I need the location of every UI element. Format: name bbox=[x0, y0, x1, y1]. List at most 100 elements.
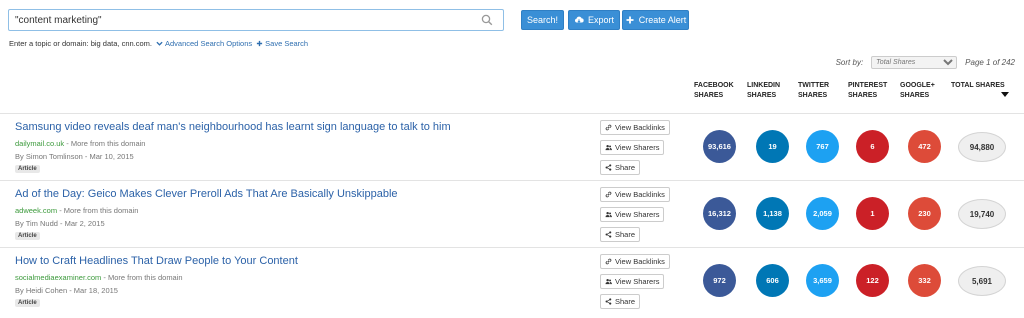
link-icon bbox=[605, 124, 612, 131]
plus-icon bbox=[626, 16, 634, 24]
save-search-link[interactable]: Save Search bbox=[256, 39, 308, 48]
link-icon bbox=[605, 191, 612, 198]
result-domain-line: dailymail.co.uk - More from this domain bbox=[15, 139, 145, 148]
total-shares-count: 5,691 bbox=[958, 266, 1006, 296]
result-domain-line: adweek.com - More from this domain bbox=[15, 206, 138, 215]
share-button[interactable]: Share bbox=[600, 227, 641, 242]
search-button[interactable]: Search! bbox=[521, 10, 564, 30]
share-icon bbox=[605, 298, 612, 305]
more-from-domain-link[interactable]: - More from this domain bbox=[101, 273, 182, 282]
save-search-label: Save Search bbox=[265, 39, 309, 48]
result-title-link[interactable]: How to Craft Headlines That Draw People … bbox=[15, 255, 298, 267]
column-header-linkedin[interactable]: LINKEDIN SHARES bbox=[747, 81, 780, 100]
view-sharers-label: View Sharers bbox=[615, 143, 660, 152]
googleplus-shares-count: 230 bbox=[908, 197, 941, 230]
result-author-date: By Simon Tomlinson - Mar 10, 2015 bbox=[15, 152, 134, 161]
share-button[interactable]: Share bbox=[600, 294, 641, 309]
sort-label: Sort by: bbox=[835, 58, 864, 67]
column-header-total-label: TOTAL SHARES bbox=[951, 82, 1005, 89]
facebook-shares-count: 16,312 bbox=[703, 197, 736, 230]
article-badge: Article bbox=[15, 299, 40, 307]
column-header-total[interactable]: TOTAL SHARES bbox=[951, 81, 1005, 91]
column-header-facebook[interactable]: FACEBOOK SHARES bbox=[694, 81, 734, 100]
export-button-label: Export bbox=[587, 15, 614, 25]
linkedin-shares-count: 606 bbox=[756, 264, 789, 297]
linkedin-shares-count: 19 bbox=[756, 130, 789, 163]
users-icon bbox=[605, 278, 612, 285]
twitter-shares-count: 767 bbox=[806, 130, 839, 163]
page-indicator: Page 1 of 242 bbox=[965, 58, 1015, 67]
sort-controls: Sort by: Total Shares Page 1 of 242 bbox=[836, 56, 1015, 69]
result-domain-link[interactable]: dailymail.co.uk bbox=[15, 139, 64, 148]
share-label: Share bbox=[615, 163, 636, 172]
share-label: Share bbox=[615, 297, 636, 306]
sort-select[interactable]: Total Shares bbox=[871, 56, 958, 69]
cloud-download-icon bbox=[574, 16, 584, 23]
create-alert-button[interactable]: Create Alert bbox=[622, 10, 689, 30]
column-header-googleplus-line2: SHARES bbox=[900, 91, 930, 99]
view-sharers-label: View Sharers bbox=[615, 210, 660, 219]
share-icon bbox=[605, 231, 612, 238]
pinterest-shares-count: 122 bbox=[856, 264, 889, 297]
advanced-search-label: Advanced Search Options bbox=[165, 39, 253, 48]
column-header-facebook-line1: FACEBOOK bbox=[694, 82, 734, 89]
search-icon bbox=[481, 14, 493, 26]
view-backlinks-label: View Backlinks bbox=[615, 257, 665, 266]
googleplus-shares-count: 332 bbox=[908, 264, 941, 297]
result-title-link[interactable]: Ad of the Day: Geico Makes Clever Prerol… bbox=[15, 188, 398, 200]
result-domain-line: socialmediaexaminer.com - More from this… bbox=[15, 273, 183, 282]
view-backlinks-button[interactable]: View Backlinks bbox=[600, 254, 670, 269]
search-box[interactable] bbox=[8, 9, 504, 31]
view-backlinks-label: View Backlinks bbox=[615, 123, 665, 132]
pinterest-shares-count: 6 bbox=[856, 130, 889, 163]
column-header-facebook-line2: SHARES bbox=[694, 91, 724, 99]
search-hint-text: Enter a topic or domain: big data, cnn.c… bbox=[9, 39, 152, 48]
column-header-pinterest[interactable]: PINTEREST SHARES bbox=[848, 81, 887, 100]
sort-desc-icon[interactable] bbox=[1001, 92, 1009, 97]
linkedin-shares-count: 1,138 bbox=[756, 197, 789, 230]
column-header-twitter-line1: TWITTER bbox=[798, 82, 830, 89]
more-from-domain-link[interactable]: - More from this domain bbox=[57, 206, 138, 215]
view-backlinks-button[interactable]: View Backlinks bbox=[600, 120, 670, 135]
column-header-pinterest-line2: SHARES bbox=[848, 91, 878, 99]
export-button[interactable]: Export bbox=[568, 10, 620, 30]
result-domain-link[interactable]: socialmediaexaminer.com bbox=[15, 273, 101, 282]
twitter-shares-count: 2,059 bbox=[806, 197, 839, 230]
result-row: Ad of the Day: Geico Makes Clever Prerol… bbox=[0, 180, 1024, 247]
facebook-shares-count: 972 bbox=[703, 264, 736, 297]
chevron-down-icon bbox=[156, 41, 163, 46]
column-header-linkedin-line2: SHARES bbox=[747, 91, 777, 99]
result-title-link[interactable]: Samsung video reveals deaf man's neighbo… bbox=[15, 121, 451, 133]
result-author-date: By Tim Nudd - Mar 2, 2015 bbox=[15, 219, 105, 228]
view-sharers-label: View Sharers bbox=[615, 277, 660, 286]
facebook-shares-count: 93,616 bbox=[703, 130, 736, 163]
view-backlinks-button[interactable]: View Backlinks bbox=[600, 187, 670, 202]
search-button-label: Search! bbox=[526, 15, 559, 25]
view-sharers-button[interactable]: View Sharers bbox=[600, 274, 665, 289]
column-header-twitter[interactable]: TWITTER SHARES bbox=[798, 81, 829, 100]
article-badge: Article bbox=[15, 232, 40, 240]
article-badge: Article bbox=[15, 165, 40, 173]
users-icon bbox=[605, 211, 612, 218]
result-row: Samsung video reveals deaf man's neighbo… bbox=[0, 113, 1024, 180]
search-hint: Enter a topic or domain: big data, cnn.c… bbox=[9, 39, 308, 48]
googleplus-shares-count: 472 bbox=[908, 130, 941, 163]
share-button[interactable]: Share bbox=[600, 160, 641, 175]
pinterest-shares-count: 1 bbox=[856, 197, 889, 230]
column-header-pinterest-line1: PINTEREST bbox=[848, 82, 888, 89]
column-header-googleplus[interactable]: GOOGLE+ SHARES bbox=[900, 81, 935, 100]
create-alert-button-label: Create Alert bbox=[638, 15, 687, 25]
view-sharers-button[interactable]: View Sharers bbox=[600, 207, 665, 222]
total-shares-count: 94,880 bbox=[958, 132, 1006, 162]
column-header-googleplus-line1: GOOGLE+ bbox=[900, 82, 935, 89]
share-icon bbox=[605, 164, 612, 171]
search-input[interactable] bbox=[9, 10, 469, 30]
result-author-date: By Heidi Cohen - Mar 18, 2015 bbox=[15, 286, 118, 295]
view-backlinks-label: View Backlinks bbox=[615, 190, 665, 199]
view-sharers-button[interactable]: View Sharers bbox=[600, 140, 665, 155]
users-icon bbox=[605, 144, 612, 151]
advanced-search-link[interactable]: Advanced Search Options bbox=[156, 39, 252, 48]
result-domain-link[interactable]: adweek.com bbox=[15, 206, 57, 215]
twitter-shares-count: 3,659 bbox=[806, 264, 839, 297]
more-from-domain-link[interactable]: - More from this domain bbox=[64, 139, 145, 148]
